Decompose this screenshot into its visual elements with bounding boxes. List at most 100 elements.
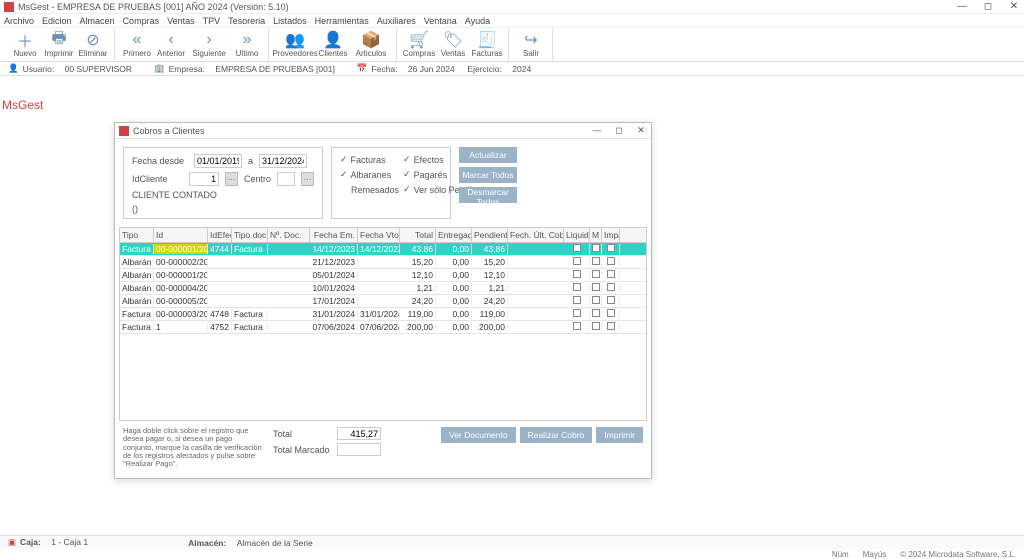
- siguiente-button[interactable]: ›Siguiente: [188, 28, 230, 61]
- fecha-desde-input[interactable]: [194, 154, 242, 168]
- compras-button[interactable]: 🛒Compras: [402, 28, 436, 61]
- liquidad-checkbox[interactable]: [573, 322, 581, 330]
- marcar-todos-button[interactable]: Marcar Todos: [459, 167, 517, 183]
- menu-herramientas[interactable]: Herramientas: [315, 16, 369, 26]
- clientes-button[interactable]: 👤Clientes: [316, 28, 350, 61]
- menu-edicion[interactable]: Edicion: [42, 16, 72, 26]
- almacen-value: Almacén de la Serie: [237, 538, 313, 548]
- clientes-icon: 👤: [324, 31, 342, 49]
- total-label: Total: [273, 429, 331, 439]
- table-row[interactable]: Factura00-000001/20234744Factura14/12/20…: [120, 243, 646, 256]
- fecha-hasta-input[interactable]: [259, 154, 307, 168]
- centro-lookup-button[interactable]: …: [301, 172, 314, 186]
- doctypes-panel: ✓Facturas ✓Efectos ✓Albaranes ✓Pagarés R…: [331, 147, 451, 219]
- menu-auxiliares[interactable]: Auxiliares: [377, 16, 416, 26]
- proveedores-button[interactable]: 👥Proveedores: [274, 28, 316, 61]
- anterior-icon: ‹: [162, 31, 180, 49]
- impa-checkbox[interactable]: [607, 270, 615, 278]
- liquidad-checkbox[interactable]: [573, 270, 581, 278]
- dialog-close-button[interactable]: ✕: [635, 125, 647, 136]
- almacen-label: Almacén:: [188, 538, 226, 548]
- nuevo-icon: ＋: [16, 31, 34, 49]
- m-checkbox[interactable]: [592, 270, 600, 278]
- impa-checkbox[interactable]: [607, 309, 615, 317]
- liquidad-checkbox[interactable]: [573, 296, 581, 304]
- m-checkbox[interactable]: [592, 257, 600, 265]
- ultimo-button[interactable]: »Ultimo: [230, 28, 264, 61]
- dialog-maximize-button[interactable]: ◻: [613, 125, 625, 136]
- table-row[interactable]: Factura14752Factura07/06/202407/06/20242…: [120, 321, 646, 334]
- impa-checkbox[interactable]: [607, 257, 615, 265]
- menu-tesoreria[interactable]: Tesoreria: [228, 16, 265, 26]
- m-checkbox[interactable]: [592, 244, 600, 252]
- menu-listados[interactable]: Listados: [273, 16, 307, 26]
- watermark: MsGest: [2, 98, 43, 112]
- m-checkbox[interactable]: [592, 309, 600, 317]
- centro-input[interactable]: [277, 172, 295, 186]
- window-minimize-button[interactable]: —: [956, 1, 968, 12]
- dialog-titlebar[interactable]: Cobros a Clientes — ◻ ✕: [115, 123, 651, 139]
- eliminar-button[interactable]: ⊘Eliminar: [76, 28, 110, 61]
- menu-ventana[interactable]: Ventana: [424, 16, 457, 26]
- dialog-minimize-button[interactable]: —: [591, 125, 603, 136]
- total-marcado-label: Total Marcado: [273, 445, 331, 455]
- footer-totals: Total Total Marcado: [273, 427, 381, 456]
- liquidad-checkbox[interactable]: [573, 244, 581, 252]
- imprimir-button[interactable]: 🖶Imprimir: [42, 28, 76, 61]
- nuevo-button[interactable]: ＋Nuevo: [8, 28, 42, 61]
- impa-checkbox[interactable]: [607, 244, 615, 252]
- ventas-button[interactable]: 🏷Ventas: [436, 28, 470, 61]
- status-copyright: © 2024 Microdata Software, S.L.: [900, 550, 1016, 559]
- chk-remesados[interactable]: Remesados: [340, 184, 399, 195]
- desmarcar-todos-button[interactable]: Desmarcar Todos: [459, 187, 517, 203]
- impa-checkbox[interactable]: [607, 296, 615, 304]
- chk-albaranes[interactable]: ✓Albaranes: [340, 169, 399, 180]
- fecha-a-label: a: [248, 156, 253, 166]
- window-close-button[interactable]: ✕: [1008, 1, 1020, 12]
- menu-ventas[interactable]: Ventas: [167, 16, 195, 26]
- articulos-button[interactable]: 📦Articulos: [350, 28, 392, 61]
- m-checkbox[interactable]: [592, 296, 600, 304]
- table-row[interactable]: Albarán00-000005/202417/01/202424,200,00…: [120, 295, 646, 308]
- ultimo-icon: »: [238, 31, 256, 49]
- table-row[interactable]: Factura00-000003/20244748Factura31/01/20…: [120, 308, 646, 321]
- imprimir-button[interactable]: Imprimir: [596, 427, 643, 443]
- impa-checkbox[interactable]: [607, 283, 615, 291]
- anterior-button[interactable]: ‹Anterior: [154, 28, 188, 61]
- menu-tpv[interactable]: TPV: [203, 16, 221, 26]
- m-checkbox[interactable]: [592, 322, 600, 330]
- liquidad-checkbox[interactable]: [573, 257, 581, 265]
- table-row[interactable]: Albarán00-000004/202410/01/20241,210,001…: [120, 282, 646, 295]
- menu-archivo[interactable]: Archivo: [4, 16, 34, 26]
- proveedores-icon: 👥: [286, 31, 304, 49]
- cobros-grid[interactable]: Tipo Id IdEfecto Tipo doc. Nº. Doc. Fech…: [119, 227, 647, 421]
- menu-compras[interactable]: Compras: [123, 16, 160, 26]
- m-checkbox[interactable]: [592, 283, 600, 291]
- salir-button[interactable]: ↪Salir: [514, 28, 548, 61]
- app-icon: [4, 2, 14, 12]
- table-row[interactable]: Albarán00-000002/202321/12/202315,200,00…: [120, 256, 646, 269]
- ver-documento-button[interactable]: Ver Documento: [441, 427, 516, 443]
- impa-checkbox[interactable]: [607, 322, 615, 330]
- liquidad-checkbox[interactable]: [573, 283, 581, 291]
- cliente-sub: (): [132, 204, 314, 214]
- idcliente-input[interactable]: [189, 172, 219, 186]
- total-value: [337, 427, 381, 440]
- window-restore-button[interactable]: ◻: [982, 1, 994, 12]
- realizar-cobro-button[interactable]: Realizar Cobro: [520, 427, 593, 443]
- menu-almacen[interactable]: Almacen: [80, 16, 115, 26]
- liquidad-checkbox[interactable]: [573, 309, 581, 317]
- menu-ayuda[interactable]: Ayuda: [465, 16, 490, 26]
- actualizar-button[interactable]: Actualizar: [459, 147, 517, 163]
- caja-label: Caja:: [20, 537, 41, 548]
- status-mayus: Mayús: [863, 550, 887, 559]
- idcliente-lookup-button[interactable]: …: [225, 172, 238, 186]
- facturas-button[interactable]: 🧾Facturas: [470, 28, 504, 61]
- filters-panel: Fecha desde a IdCliente … Centro … CLIEN…: [123, 147, 323, 219]
- imprimir-icon: 🖶: [50, 31, 68, 49]
- articulos-icon: 📦: [362, 31, 380, 49]
- usuario-value: 00 SUPERVISOR: [65, 64, 132, 74]
- table-row[interactable]: Albarán00-000001/202405/01/202412,100,00…: [120, 269, 646, 282]
- chk-facturas[interactable]: ✓Facturas: [340, 154, 399, 165]
- primero-button[interactable]: «Primero: [120, 28, 154, 61]
